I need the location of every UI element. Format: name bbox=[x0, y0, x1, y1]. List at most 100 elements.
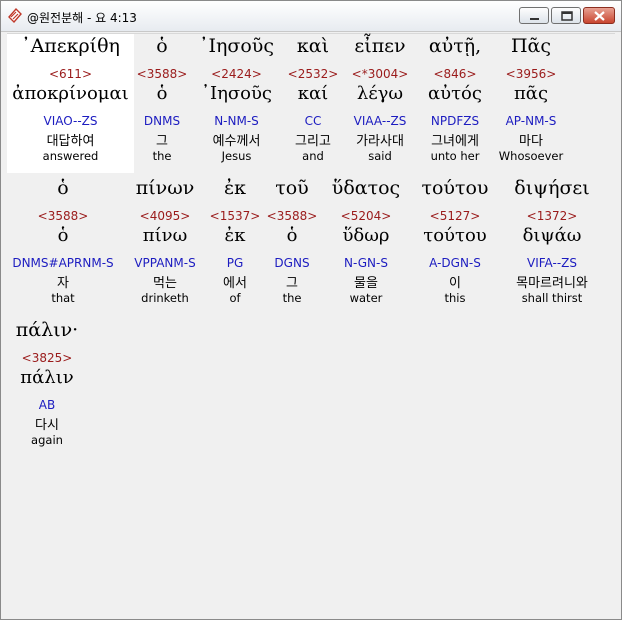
lemma: διψάω bbox=[522, 225, 582, 246]
title-bar[interactable]: @원전분해 - 요 4:13 bbox=[1, 1, 621, 32]
lemma: ᾿Ιησοῦς bbox=[200, 83, 273, 104]
greek-word: ᾿Ιησοῦς bbox=[199, 35, 274, 57]
strong-number[interactable]: <*3004> bbox=[343, 67, 417, 81]
word-block[interactable]: τούτου <5127> τούτου A-DGN-S 이 this bbox=[411, 176, 499, 315]
korean-gloss: 자 bbox=[57, 276, 69, 291]
close-icon bbox=[594, 11, 605, 21]
word-block[interactable]: αὐτῇ, <846> αὐτός NPDFZS 그녀에게 unto her bbox=[417, 34, 493, 173]
word-block[interactable]: ὕδατος <5204> ὕδωρ N-GN-S 물을 water bbox=[321, 176, 411, 315]
english-gloss: this bbox=[444, 291, 466, 305]
korean-gloss: 대답하여 bbox=[46, 134, 95, 149]
parsing-code[interactable]: AB bbox=[7, 398, 87, 412]
lemma: ἐκ bbox=[224, 225, 246, 246]
word-block[interactable]: Πᾶς <3956> πᾶς AP-NM-S 마다 Whosoever bbox=[493, 34, 569, 173]
strong-number[interactable]: <2532> bbox=[283, 67, 343, 81]
lemma: ὁ bbox=[57, 225, 69, 246]
parsing-code[interactable]: VIAO--ZS bbox=[7, 114, 134, 128]
parsing-code[interactable]: VIFA--ZS bbox=[499, 256, 605, 270]
greek-word: πίνων bbox=[135, 177, 195, 199]
lemma: ὁ bbox=[156, 83, 168, 104]
greek-word: διψήσει bbox=[514, 177, 590, 199]
strong-number[interactable]: <4095> bbox=[123, 209, 207, 223]
english-gloss: Whosoever bbox=[498, 149, 564, 163]
korean-gloss: 먹는 bbox=[153, 276, 177, 291]
parsing-code[interactable]: CC bbox=[283, 114, 343, 128]
strong-number[interactable]: <3588> bbox=[134, 67, 190, 81]
word-block[interactable]: πάλιν· <3825> πάλιν AB 다시 again bbox=[7, 318, 87, 457]
word-block[interactable]: πίνων <4095> πίνω VPPANM-S 먹는 drinketh bbox=[123, 176, 207, 315]
parsing-code[interactable]: PG bbox=[207, 256, 263, 270]
parsing-code[interactable]: AP-NM-S bbox=[493, 114, 569, 128]
english-gloss: drinketh bbox=[141, 291, 189, 305]
parsing-code[interactable]: DNMS bbox=[134, 114, 190, 128]
word-block[interactable]: ὁ <3588> ὁ DNMS#APRNM-S 자 that bbox=[7, 176, 119, 315]
strong-number[interactable]: <5204> bbox=[321, 209, 411, 223]
parsing-code[interactable]: VIAA--ZS bbox=[343, 114, 417, 128]
word-block[interactable]: ὁ <3588> ὁ DNMS 그 the bbox=[134, 34, 190, 173]
strong-number[interactable]: <5127> bbox=[411, 209, 499, 223]
app-logo-icon bbox=[7, 7, 23, 24]
english-gloss: water bbox=[349, 291, 383, 305]
strong-number[interactable]: <3588> bbox=[263, 209, 321, 223]
english-gloss: the bbox=[282, 291, 302, 305]
word-block[interactable]: τοῦ <3588> ὁ DGNS 그 the bbox=[263, 176, 321, 315]
korean-gloss: 다시 bbox=[35, 418, 59, 433]
english-gloss: Jesus bbox=[221, 149, 252, 163]
english-gloss: shall thirst bbox=[521, 291, 583, 305]
strong-number[interactable]: <611> bbox=[7, 67, 134, 81]
greek-word: ὁ bbox=[156, 35, 168, 57]
greek-word: ὕδατος bbox=[331, 177, 401, 199]
maximize-button[interactable] bbox=[551, 7, 581, 24]
parsing-code[interactable]: A-DGN-S bbox=[411, 256, 499, 270]
korean-gloss: 그녀에게 bbox=[431, 134, 479, 149]
verse-analysis-panel: ᾿Απεκρίθη <611> ἀποκρίνομαι VIAO--ZS 대답하… bbox=[7, 33, 615, 614]
strong-number[interactable]: <3588> bbox=[7, 209, 119, 223]
strong-number[interactable]: <846> bbox=[417, 67, 493, 81]
minimize-button[interactable] bbox=[519, 7, 549, 24]
word-block[interactable]: ᾿Ιησοῦς <2424> ᾿Ιησοῦς N-NM-S 예수께서 Jesus bbox=[190, 34, 283, 173]
strong-number[interactable]: <2424> bbox=[190, 67, 283, 81]
lemma: καί bbox=[297, 83, 329, 104]
close-button[interactable] bbox=[583, 7, 615, 24]
strong-number[interactable]: <1372> bbox=[499, 209, 605, 223]
word-block[interactable]: ἐκ <1537> ἐκ PG 에서 of bbox=[207, 176, 263, 315]
greek-word: τοῦ bbox=[275, 177, 309, 199]
korean-gloss: 에서 bbox=[223, 276, 247, 291]
korean-gloss: 목마르려니와 bbox=[516, 276, 588, 291]
korean-gloss: 가라사대 bbox=[356, 134, 404, 149]
greek-word: αὐτῇ, bbox=[428, 35, 482, 57]
greek-word: τούτου bbox=[421, 177, 489, 199]
maximize-icon bbox=[561, 11, 573, 21]
english-gloss: answered bbox=[42, 149, 99, 163]
parsing-code[interactable]: N-NM-S bbox=[190, 114, 283, 128]
greek-word: ἐκ bbox=[223, 177, 247, 199]
lemma: αὐτός bbox=[428, 83, 482, 104]
strong-number[interactable]: <3956> bbox=[493, 67, 569, 81]
english-gloss: and bbox=[302, 149, 324, 163]
strong-number[interactable]: <1537> bbox=[207, 209, 263, 223]
lemma: λέγω bbox=[356, 83, 404, 104]
parsing-code[interactable]: N-GN-S bbox=[321, 256, 411, 270]
word-block[interactable]: διψήσει <1372> διψάω VIFA--ZS 목마르려니와 sha… bbox=[499, 176, 605, 315]
window-title: @원전분해 - 요 4:13 bbox=[27, 11, 137, 25]
word-block[interactable]: καὶ <2532> καί CC 그리고 and bbox=[283, 34, 343, 173]
parsing-code[interactable]: DNMS#APRNM-S bbox=[7, 256, 119, 270]
strong-number[interactable]: <3825> bbox=[7, 351, 87, 365]
lemma: ὁ bbox=[286, 225, 298, 246]
korean-gloss: 물을 bbox=[354, 276, 378, 291]
korean-gloss: 그 bbox=[286, 276, 298, 291]
greek-word: εἶπεν bbox=[354, 35, 406, 57]
parsing-code[interactable]: NPDFZS bbox=[417, 114, 493, 128]
greek-word: Πᾶς bbox=[510, 35, 552, 57]
parsing-code[interactable]: VPPANM-S bbox=[123, 256, 207, 270]
parsing-code[interactable]: DGNS bbox=[263, 256, 321, 270]
lemma: ἀποκρίνομαι bbox=[12, 83, 129, 104]
greek-word: πάλιν· bbox=[15, 319, 79, 341]
word-block[interactable]: ᾿Απεκρίθη <611> ἀποκρίνομαι VIAO--ZS 대답하… bbox=[7, 34, 134, 173]
lemma: πᾶς bbox=[513, 83, 549, 104]
english-gloss: said bbox=[368, 149, 392, 163]
korean-gloss: 그리고 bbox=[295, 134, 331, 149]
lemma: τούτου bbox=[423, 225, 487, 246]
word-block[interactable]: εἶπεν <*3004> λέγω VIAA--ZS 가라사대 said bbox=[343, 34, 417, 173]
minimize-icon bbox=[530, 18, 539, 20]
